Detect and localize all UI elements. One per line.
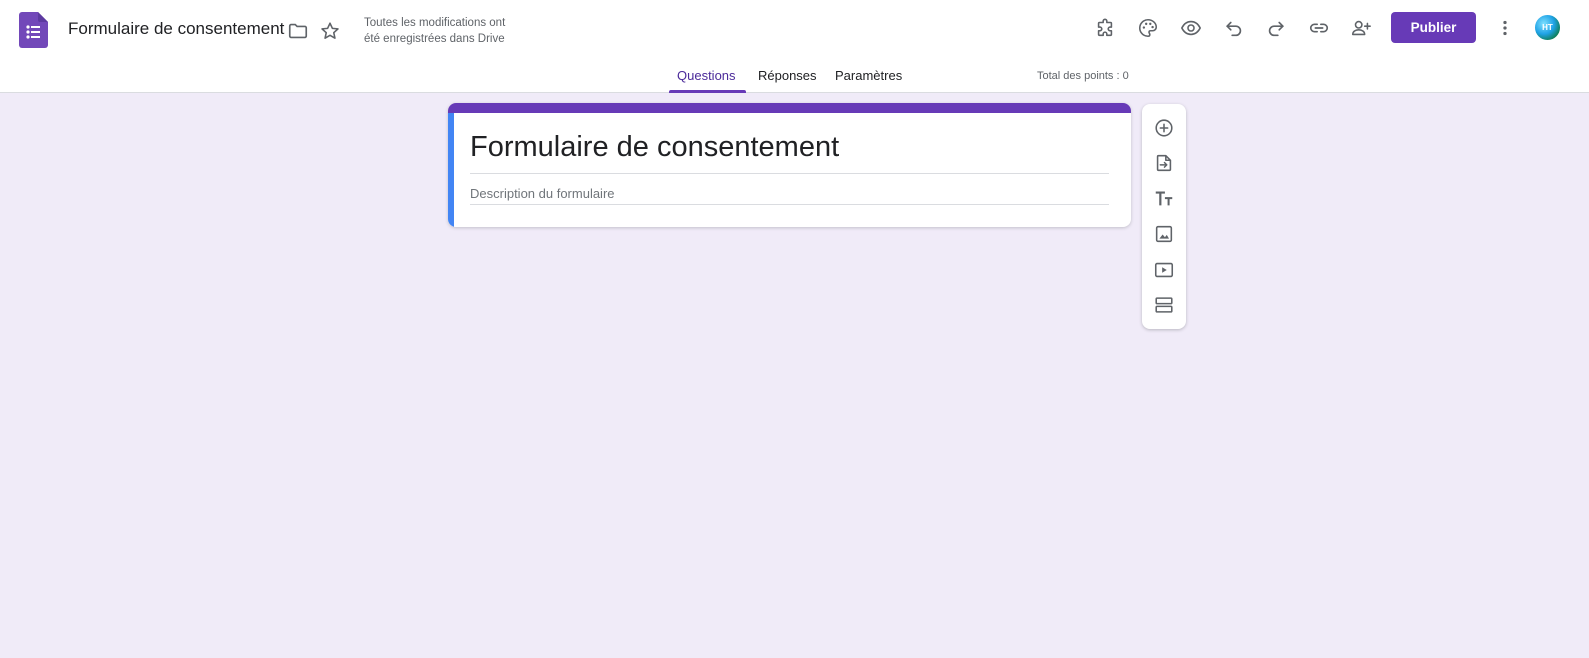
save-status-line-2: été enregistrées dans Drive (364, 33, 505, 45)
more-vert-icon[interactable] (1489, 12, 1521, 44)
floating-toolbar (1142, 104, 1186, 329)
avatar-initials: HT (1542, 23, 1553, 32)
total-points: Total des points : 0 (1037, 70, 1129, 82)
document-title[interactable]: Formulaire de consentement (68, 19, 284, 39)
add-title-description-icon[interactable] (1150, 185, 1178, 213)
eye-icon[interactable] (1175, 12, 1207, 44)
tab-responses[interactable]: Réponses (750, 68, 825, 93)
star-icon[interactable] (314, 15, 346, 47)
form-header-card[interactable]: Formulaire de consentement Description d… (448, 103, 1131, 227)
add-section-icon[interactable] (1150, 291, 1178, 319)
google-forms-icon[interactable] (19, 12, 48, 48)
puzzle-icon[interactable] (1089, 12, 1121, 44)
form-title[interactable]: Formulaire de consentement (470, 131, 839, 164)
save-status: Toutes les modifications ont été enregis… (364, 15, 524, 47)
save-status-line-1: Toutes les modifications ont (364, 17, 506, 29)
import-questions-icon[interactable] (1150, 149, 1178, 177)
app-header: Formulaire de consentement Toutes les mo… (0, 0, 1589, 93)
active-tab-indicator (669, 90, 746, 93)
title-underline (470, 173, 1109, 174)
card-accent-left (448, 113, 454, 227)
tab-settings[interactable]: Paramètres (827, 68, 910, 93)
add-video-icon[interactable] (1150, 256, 1178, 284)
palette-icon[interactable] (1132, 12, 1164, 44)
folder-icon[interactable] (282, 15, 314, 47)
publish-button[interactable]: Publier (1391, 12, 1476, 43)
person-add-icon[interactable] (1345, 12, 1377, 44)
undo-icon[interactable] (1218, 12, 1250, 44)
redo-icon[interactable] (1260, 12, 1292, 44)
form-description-field[interactable]: Description du formulaire (470, 186, 615, 201)
add-question-icon[interactable] (1150, 114, 1178, 142)
link-icon[interactable] (1303, 12, 1335, 44)
description-underline (470, 204, 1109, 205)
add-image-icon[interactable] (1150, 220, 1178, 248)
card-accent-top (448, 103, 1131, 113)
avatar[interactable]: HT (1534, 14, 1561, 41)
